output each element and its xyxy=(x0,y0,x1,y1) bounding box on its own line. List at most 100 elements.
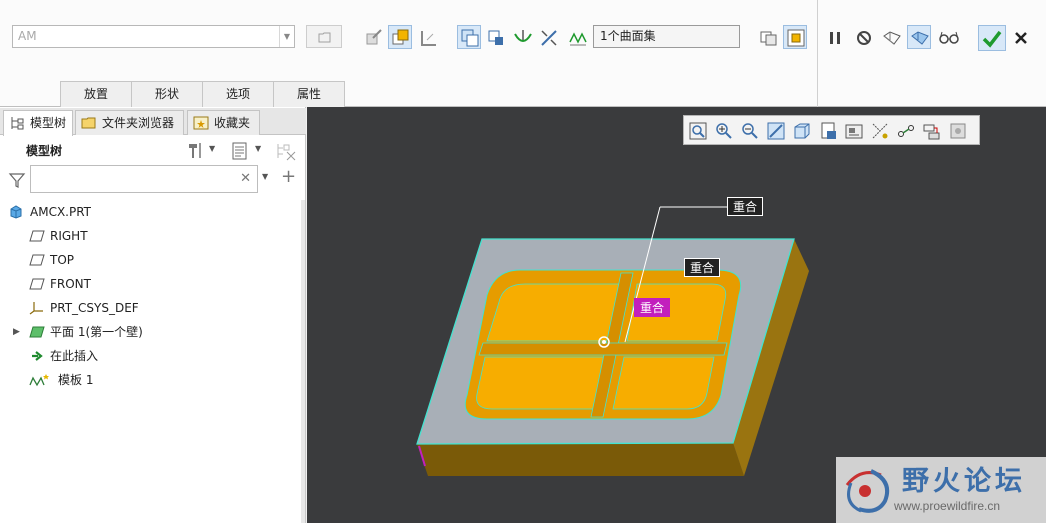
glasses-icon xyxy=(939,31,959,44)
watermark-title: 野火论坛 xyxy=(902,466,1026,497)
pause-icon xyxy=(830,32,840,44)
navigator-tabs: 模型树 文件夹浏览器 收藏夹 xyxy=(0,108,306,136)
tab-placement[interactable]: 放置 xyxy=(60,81,132,107)
chevron-down-icon[interactable]: ▼ xyxy=(279,26,294,47)
preview-part-icon xyxy=(883,31,901,45)
cancel-button[interactable] xyxy=(1008,25,1032,49)
toggle-side-button[interactable] xyxy=(388,25,412,49)
csys-icon xyxy=(29,302,43,315)
tree-item-label: PRT_CSYS_DEF xyxy=(50,301,139,315)
tree-item-front[interactable]: FRONT xyxy=(0,272,300,296)
datum-plane-icon xyxy=(29,254,45,266)
bend-relief-icon xyxy=(421,31,436,46)
no-preview-button[interactable] xyxy=(851,25,875,49)
expand-arrow-icon[interactable]: ▶ xyxy=(13,320,20,344)
die-form-icon xyxy=(488,30,503,45)
chevron-down-icon[interactable]: ▼ xyxy=(255,144,261,153)
flip-material-button[interactable] xyxy=(536,25,560,49)
open-file-button[interactable] xyxy=(306,25,342,48)
reference-combo-value: AM xyxy=(18,29,37,43)
constraint-label[interactable]: 重合 xyxy=(727,197,764,216)
part-icon xyxy=(10,205,22,219)
list-icon xyxy=(232,142,247,160)
tree-item-part[interactable]: AMCX.PRT xyxy=(0,200,300,224)
chevron-down-icon[interactable]: ▼ xyxy=(209,144,215,153)
model-tree: AMCX.PRT RIGHT TOP FRONT PRT_CSYS_DEF ▶ … xyxy=(0,200,300,392)
clear-icon[interactable]: ✕ xyxy=(240,171,251,186)
tab-label: 文件夹浏览器 xyxy=(102,116,175,130)
tab-shape[interactable]: 形状 xyxy=(131,81,203,107)
punch-form-icon xyxy=(461,29,479,47)
checkmark-icon xyxy=(982,30,1002,48)
glasses-button[interactable] xyxy=(936,25,960,49)
pause-button[interactable] xyxy=(822,25,846,49)
tree-item-template[interactable]: 模板 1 xyxy=(0,368,300,392)
tree-item-label: FRONT xyxy=(50,277,91,291)
pocket-floor xyxy=(476,356,606,410)
reference-combo[interactable]: AM ▼ xyxy=(12,25,295,48)
tree-item-label: 平面 1(第一个壁) xyxy=(50,325,143,339)
die-form-button[interactable] xyxy=(483,25,507,49)
edit-sketch-button[interactable] xyxy=(361,25,385,49)
surface-collector-field[interactable]: 1个曲面集 xyxy=(593,25,740,48)
watermark: 野火论坛 www.proewildfire.cn xyxy=(836,457,1046,523)
tree-item-label: 在此插入 xyxy=(50,349,99,363)
seal-surfaces-icon xyxy=(760,31,777,46)
flip-direction-button[interactable] xyxy=(510,25,534,49)
tab-properties[interactable]: 属性 xyxy=(273,81,345,107)
surface-set-icon xyxy=(569,32,587,46)
frame-icon xyxy=(787,29,805,47)
tree-filter-button[interactable] xyxy=(275,141,297,164)
accept-button[interactable] xyxy=(978,25,1006,51)
tab-model-tree[interactable]: 模型树 xyxy=(3,110,73,136)
thicken-button[interactable] xyxy=(416,25,440,49)
tree-search-input[interactable]: ✕ xyxy=(30,165,258,193)
surface-collector-value: 1个曲面集 xyxy=(600,29,656,43)
preview-button[interactable] xyxy=(879,25,903,49)
ribbon-divider xyxy=(817,0,818,107)
tree-item-csys[interactable]: PRT_CSYS_DEF xyxy=(0,296,300,320)
drag-handle-center xyxy=(602,340,606,344)
surface-collector-button[interactable] xyxy=(565,25,589,49)
tree-item-insert-here[interactable]: 在此插入 xyxy=(0,344,300,368)
chevron-down-icon[interactable]: ▼ xyxy=(262,172,268,181)
plate-front-face xyxy=(417,443,744,476)
dashboard-tabs: 放置 形状 选项 属性 xyxy=(60,81,345,107)
verify-preview-button[interactable] xyxy=(907,25,931,49)
constraint-label[interactable]: 重合 xyxy=(684,258,721,277)
cross-rib xyxy=(478,342,728,356)
insert-arrow-icon xyxy=(32,351,43,361)
tab-label: 模型树 xyxy=(30,116,67,130)
navigator-panel: 模型树 文件夹浏览器 收藏夹 模型树 ▼ ▼ ✕ ▼ + AMCX.PRT RI… xyxy=(0,107,306,523)
graphics-viewport[interactable]: 重合 重合 重合 野火论坛 www.proewildfire.cn xyxy=(307,107,1046,523)
tab-folder-browser[interactable]: 文件夹浏览器 xyxy=(75,110,184,135)
tab-options[interactable]: 选项 xyxy=(202,81,274,107)
exclude-surfaces-button[interactable] xyxy=(756,25,780,49)
placement-button[interactable] xyxy=(783,25,807,49)
folder-browser-icon xyxy=(81,117,96,129)
tree-item-label: RIGHT xyxy=(50,229,88,243)
close-icon xyxy=(1015,32,1027,44)
tree-scrollbar[interactable] xyxy=(301,200,305,523)
pocket-floor xyxy=(486,283,620,342)
add-icon[interactable]: + xyxy=(281,166,296,187)
show-list-button[interactable] xyxy=(231,141,249,164)
flatten-form-icon xyxy=(514,30,532,42)
hammer-icon xyxy=(189,143,201,158)
tree-settings-button[interactable] xyxy=(186,140,208,163)
pocket-floor xyxy=(612,356,715,410)
tree-item-wall[interactable]: ▶ 平面 1(第一个壁) xyxy=(0,320,300,344)
tree-columns-icon xyxy=(277,144,296,161)
no-preview-icon xyxy=(857,31,871,45)
feature-dashboard: AM ▼ 1个曲面集 放置 形状 选项 属性 xyxy=(0,0,1046,107)
tree-item-label: TOP xyxy=(50,253,75,267)
filter-icon[interactable] xyxy=(8,171,26,189)
tree-item-top[interactable]: TOP xyxy=(0,248,300,272)
constraint-label-active[interactable]: 重合 xyxy=(634,298,671,317)
watermark-url: www.proewildfire.cn xyxy=(894,499,1001,513)
forum-logo-icon xyxy=(845,469,890,513)
copy-surface-icon xyxy=(392,29,409,45)
tree-item-right[interactable]: RIGHT xyxy=(0,224,300,248)
tab-favorites[interactable]: 收藏夹 xyxy=(187,110,260,135)
form-type-button[interactable] xyxy=(457,25,481,49)
